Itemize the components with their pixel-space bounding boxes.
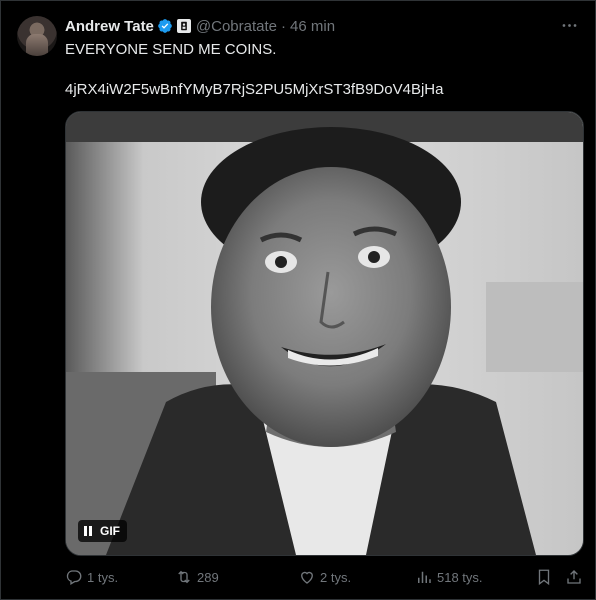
views-count: 518 tys. <box>437 569 483 585</box>
gif-label: GIF <box>100 524 120 538</box>
like-icon <box>301 571 313 584</box>
repost-icon <box>178 570 190 584</box>
timestamp[interactable]: 46 min <box>290 18 335 35</box>
bookmark-icon <box>538 569 550 586</box>
like-count: 2 tys. <box>320 569 352 585</box>
like-button[interactable]: 2 tys. <box>298 566 351 588</box>
verified-badge-icon[interactable] <box>157 18 173 34</box>
repost-count: 289 <box>197 569 219 585</box>
views-button[interactable]: 518 tys. <box>415 566 483 588</box>
pause-icon <box>84 526 87 536</box>
tweet-text: EVERYONE SEND ME COINS. 4jRX4iW2F5wBnfYM… <box>65 40 575 100</box>
share-icon <box>567 570 581 584</box>
reply-button[interactable]: 1 tys. <box>65 566 118 588</box>
share-button[interactable] <box>565 566 587 588</box>
separator-dot: · <box>281 17 287 35</box>
reply-icon <box>66 570 82 585</box>
author-name[interactable]: Andrew Tate <box>65 18 154 35</box>
views-icon <box>418 571 431 583</box>
action-bar: 1 tys. 289 2 tys. 518 tys. <box>65 566 585 588</box>
affiliate-badge-icon[interactable] <box>176 19 191 33</box>
more-icon[interactable] <box>558 15 580 35</box>
tweet-text-line: EVERYONE SEND ME COINS. <box>65 41 277 58</box>
avatar[interactable] <box>17 16 57 56</box>
reply-count: 1 tys. <box>87 569 119 585</box>
tweet-text-address: 4jRX4iW2F5wBnfYMyB7RjS2PU5MjXrST3fB9DoV4… <box>65 81 444 98</box>
gif-badge[interactable]: GIF <box>78 520 127 542</box>
tweet-header: Andrew Tate @Cobratate · 46 min <box>65 16 335 36</box>
bookmark-button[interactable] <box>535 566 557 588</box>
gif-media[interactable] <box>65 111 584 556</box>
author-handle[interactable]: @Cobratate <box>196 18 277 35</box>
repost-button[interactable]: 289 <box>175 566 219 588</box>
